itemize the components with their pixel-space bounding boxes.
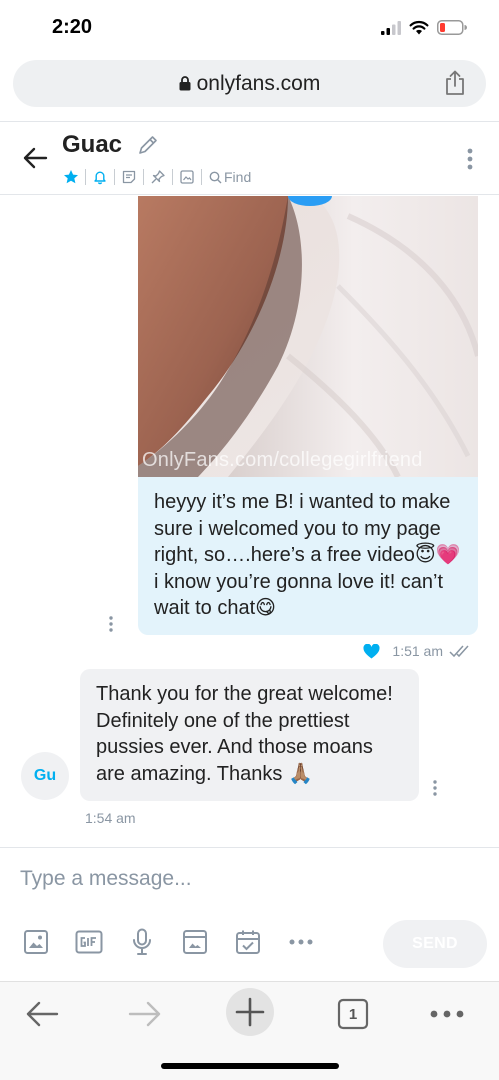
chat-header-tools: Find	[58, 166, 251, 188]
tool-divider	[85, 169, 86, 185]
message-input[interactable]	[20, 864, 460, 894]
search-icon	[209, 171, 222, 183]
url-text: onlyfans.com	[196, 71, 321, 95]
incoming-message-time: 1:54 am	[85, 810, 136, 826]
chat-header: Guac Find	[0, 121, 499, 195]
incoming-message-bubble: Thank you for the great wel­come! Defini…	[80, 669, 419, 801]
contact-name[interactable]: Guac	[62, 131, 122, 159]
more-horizontal-icon	[430, 1010, 464, 1018]
heart-like-icon[interactable]	[363, 643, 380, 659]
composer-divider	[0, 847, 499, 848]
outgoing-message-text: heyyy it’s me B! i wanted to make sure i…	[154, 491, 461, 619]
tool-divider	[201, 169, 202, 185]
pencil-edit-icon[interactable]	[137, 134, 159, 156]
microphone-icon[interactable]	[128, 928, 156, 956]
tool-divider	[143, 169, 144, 185]
avatar[interactable]: Gu	[21, 752, 69, 800]
gif-icon[interactable]	[75, 928, 103, 956]
outgoing-message-time: 1:51 am	[392, 643, 443, 659]
tab-switcher-button[interactable]: 1	[331, 992, 375, 1036]
tool-divider	[172, 169, 173, 185]
status-bar: 2:20	[0, 0, 499, 56]
send-button[interactable]: SEND	[383, 920, 487, 968]
vault-media-icon[interactable]	[181, 928, 209, 956]
home-indicator	[161, 1063, 339, 1069]
browser-back-button[interactable]	[20, 992, 64, 1036]
outgoing-message-meta: 1:51 am	[363, 643, 473, 659]
wifi-icon	[409, 20, 429, 35]
incoming-message-text: Thank you for the great wel­come! Defini…	[96, 683, 393, 785]
media-watermark: OnlyFans.com/collegegirlfriend	[142, 449, 423, 471]
lock-icon	[179, 76, 191, 91]
status-icons	[381, 20, 467, 35]
message-video-thumbnail[interactable]: OnlyFans.com/collegegirlfriend	[138, 196, 478, 477]
plus-icon	[235, 997, 265, 1027]
browser-forward-button[interactable]	[123, 992, 167, 1036]
video-thumbnail-image	[138, 196, 478, 477]
address-bar[interactable]: onlyfans.com	[13, 60, 486, 107]
schedule-calendar-icon[interactable]	[234, 928, 262, 956]
outgoing-message-bubble: heyyy it’s me B! i wanted to make sure i…	[138, 477, 478, 635]
composer-toolbar	[22, 928, 340, 956]
find-button[interactable]: Find	[203, 166, 251, 188]
back-arrow-icon	[26, 1001, 59, 1027]
avatar-initials: Gu	[33, 767, 57, 784]
more-options-icon[interactable]	[467, 148, 473, 170]
back-arrow-icon[interactable]	[22, 146, 48, 170]
bell-notification-icon[interactable]	[87, 166, 113, 188]
double-check-read-icon	[449, 645, 469, 658]
cellular-signal-icon	[381, 20, 401, 35]
forward-arrow-icon	[128, 1001, 161, 1027]
message-options-icon[interactable]	[432, 780, 438, 796]
favorite-star-icon[interactable]	[58, 166, 84, 188]
attach-image-icon[interactable]	[22, 928, 50, 956]
note-icon[interactable]	[116, 166, 142, 188]
new-tab-button[interactable]	[226, 988, 274, 1036]
tool-divider	[114, 169, 115, 185]
browser-menu-button[interactable]	[425, 992, 469, 1036]
share-icon[interactable]	[444, 70, 466, 96]
status-time: 2:20	[52, 16, 93, 38]
message-options-icon[interactable]	[108, 616, 114, 632]
tab-count: 1	[348, 1005, 358, 1023]
find-label: Find	[224, 169, 252, 185]
media-gallery-icon[interactable]	[174, 166, 200, 188]
battery-low-icon	[437, 20, 467, 35]
pin-icon[interactable]	[145, 166, 171, 188]
more-tools-icon[interactable]	[287, 928, 315, 956]
